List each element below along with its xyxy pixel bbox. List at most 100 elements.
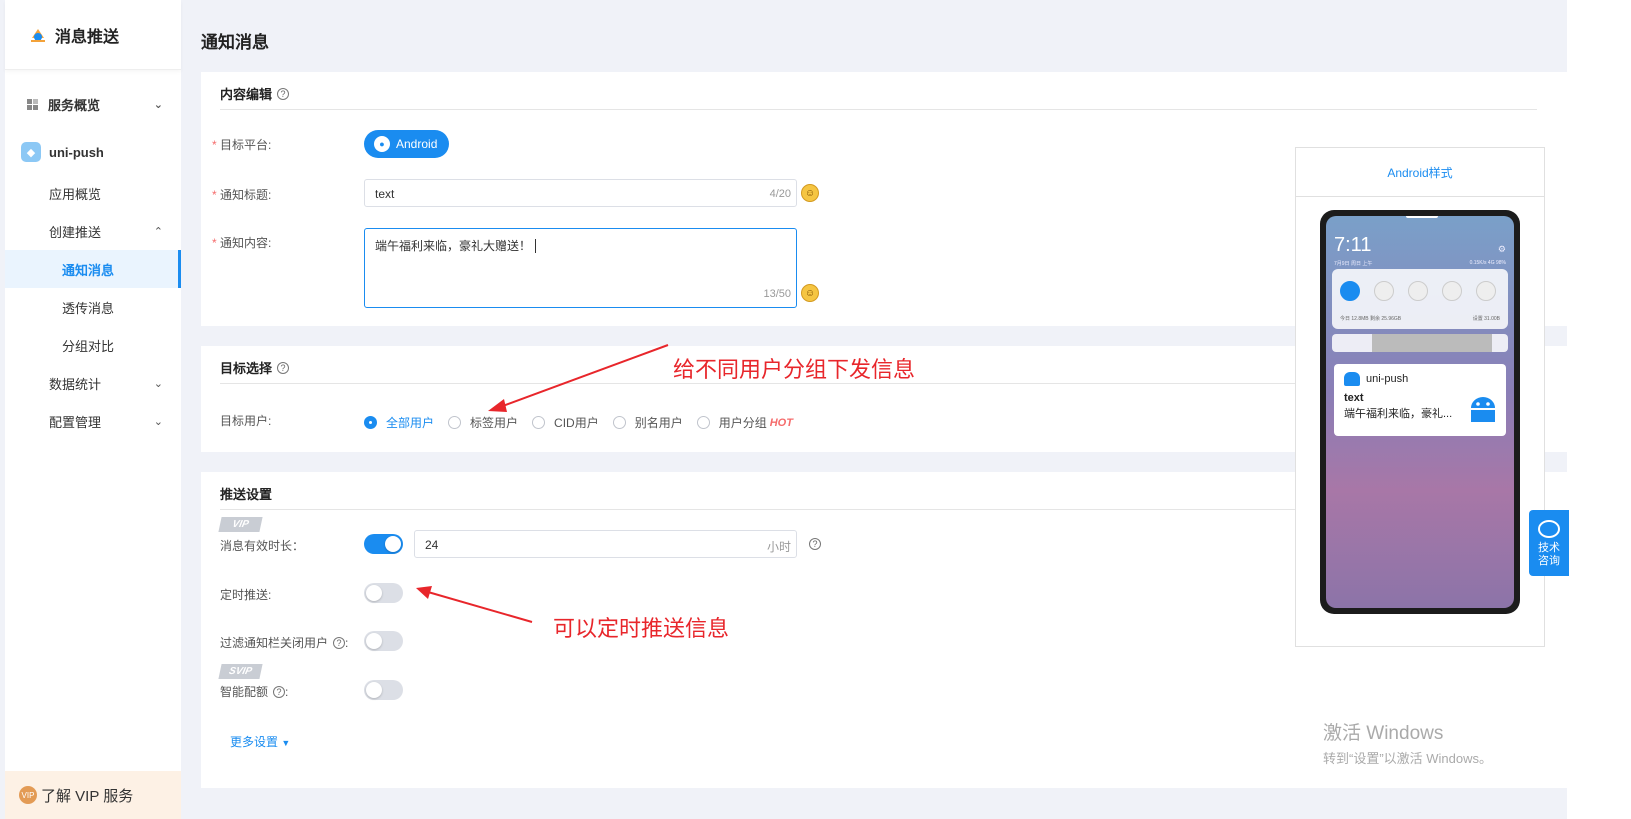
phone-screen: 7:11 7月9日 周日 上午 0.15K/s 4G 98% ⚙ 今日 12.8… (1326, 216, 1514, 608)
sidebar-item-group-compare[interactable]: 分组对比 (5, 326, 181, 364)
sidebar-item-statistics[interactable]: 数据统计 ⌄ (5, 364, 181, 402)
android-app-icon (1344, 372, 1360, 386)
sidebar-item-passthrough[interactable]: 透传消息 (5, 288, 181, 326)
phone-notch (1406, 216, 1438, 218)
caret-down-icon: ▼ (281, 738, 291, 748)
platform-android-button[interactable]: ● Android (364, 130, 450, 158)
platform-value: Android (396, 137, 438, 151)
android-icon: ● (374, 136, 390, 152)
radio-label: 别名用户 (634, 416, 683, 430)
section-title-text: 内容编辑 (220, 87, 273, 102)
sidebar-item-service-overview[interactable]: 服务概览 ⌄ (5, 82, 181, 126)
help-icon[interactable]: ? (809, 538, 821, 550)
sidebar-item-label: uni-push (49, 144, 104, 160)
help-icon[interactable]: ? (277, 361, 290, 374)
notification-app-row: uni-push (1344, 372, 1496, 386)
duration-value: 24 (425, 538, 439, 552)
more-settings-text: 更多设置 (230, 735, 279, 749)
sidebar-item-notification[interactable]: 通知消息 (5, 250, 181, 288)
chevron-down-icon: ⌄ (153, 377, 163, 390)
sidebar-item-config[interactable]: 配置管理 ⌄ (5, 402, 181, 440)
target-users-label: 目标用户: (220, 414, 272, 428)
phone-mockup: 7:11 7月9日 周日 上午 0.15K/s 4G 98% ⚙ 今日 12.8… (1320, 210, 1520, 614)
smart-label-text: 智能配额 (220, 685, 269, 699)
notification-content-input[interactable]: 端午福利来临，豪礼大赠送！ 13/50 (364, 228, 797, 308)
filter-label-text: 过滤通知栏关闭用户 (220, 636, 329, 650)
right-scroll-strip (1567, 0, 1631, 819)
vip-service-link[interactable]: VIP 了解 VIP 服务 (5, 771, 181, 819)
wifi-toggle-icon (1442, 281, 1462, 301)
radio-dot (696, 416, 710, 429)
help-tab-line2: 咨询 (1538, 555, 1560, 567)
help-icon[interactable]: ? (277, 87, 290, 100)
required-mark: * (212, 137, 217, 152)
valid-duration-switch[interactable] (364, 534, 403, 554)
section-title: 推送设置 (220, 484, 272, 503)
phone-clock: 7:11 (1334, 234, 1372, 256)
emoji-picker-icon[interactable]: ☺ (801, 184, 819, 202)
data-plan-text: 设置 31.00B (1472, 316, 1500, 322)
preview-style-tab[interactable]: Android样式 (1296, 148, 1544, 197)
sidebar-item-label: 透传消息 (62, 300, 115, 316)
uni-push-icon: ◆ (21, 142, 41, 162)
title-counter: 4/20 (769, 188, 791, 200)
target-users-radio-group: 全部用户 标签用户 CID用户 别名用户 用户分组 HOT (364, 414, 807, 431)
radio-label: 标签用户 (470, 416, 519, 430)
brand[interactable]: 消息推送 (5, 0, 181, 70)
label-colon: : (345, 635, 349, 650)
brightness-slider (1332, 334, 1508, 352)
main-content: 通知消息 内容编辑 ? * 目标平台: ● Android * 通知标题: te… (181, 0, 1567, 819)
radio-alias-users[interactable]: 别名用户 (612, 414, 683, 431)
filter-closed-label: 过滤通知栏关闭用户 ?: (220, 634, 348, 651)
svip-badge: SVIP (218, 664, 263, 679)
title-label-text: 通知标题: (220, 188, 272, 202)
radio-all-users[interactable]: 全部用户 (364, 414, 434, 431)
filter-closed-switch[interactable] (364, 631, 403, 651)
sidebar-item-create-push[interactable]: 创建推送 ⌃ (5, 212, 181, 250)
radio-user-groups[interactable]: 用户分组 HOT (696, 414, 793, 431)
valid-duration-input[interactable]: 24 小时 (414, 530, 797, 558)
radio-cid-users[interactable]: CID用户 (532, 414, 599, 431)
sidebar-item-app-overview[interactable]: 应用概览 (5, 174, 181, 212)
help-icon[interactable]: ? (273, 685, 286, 698)
sidebar-item-label: 配置管理 (49, 414, 102, 430)
radio-tag-users[interactable]: 标签用户 (448, 414, 518, 431)
radio-label: 全部用户 (386, 416, 435, 430)
nav-menu: 服务概览 ⌄ ◆ uni-push 应用概览 创建推送 ⌃ 通知消息 透传消息 … (5, 70, 181, 440)
data-toggle-icon (1340, 281, 1360, 301)
notification-app-name: uni-push (1366, 373, 1409, 385)
chevron-up-icon: ⌃ (153, 225, 163, 238)
sidebar-item-uni-push[interactable]: ◆ uni-push (5, 130, 181, 174)
more-settings-link[interactable]: 更多设置 ▼ (230, 733, 290, 750)
notification-title-input[interactable]: text 4/20 (364, 179, 797, 207)
radio-label: 用户分组 (718, 416, 767, 430)
section-title: 内容编辑 ? (220, 84, 290, 103)
settings-gear-icon: ⚙ (1497, 244, 1506, 254)
vip-icon: VIP (19, 786, 37, 804)
radio-dot (448, 416, 462, 429)
smart-quota-switch[interactable] (364, 680, 403, 700)
content-label-text: 通知内容: (220, 236, 272, 250)
divider (220, 109, 1537, 110)
sidebar-item-label: 数据统计 (49, 376, 102, 392)
platform-label: * 目标平台: (212, 136, 271, 153)
smart-quota-label: 智能配额 ?: (220, 683, 288, 700)
emoji-picker-icon[interactable]: ☺ (801, 284, 819, 302)
chevron-down-icon: ⌄ (153, 415, 163, 428)
sidebar: 消息推送 服务概览 ⌄ ◆ uni-push 应用概览 创建推送 ⌃ 通知消息 … (5, 0, 181, 819)
help-icon[interactable]: ? (333, 636, 346, 649)
section-title-text: 推送设置 (220, 487, 273, 502)
sidebar-item-label: 应用概览 (49, 186, 102, 202)
hot-badge: HOT (769, 416, 793, 429)
hotspot-toggle-icon (1408, 281, 1428, 301)
radio-dot (364, 416, 377, 429)
notification-content-preview: 端午福利来临，豪礼... (1344, 408, 1453, 420)
tech-consult-tab[interactable]: 技术 咨询 (1529, 510, 1569, 576)
brightness-fill (1372, 334, 1492, 352)
sidebar-item-label: 服务概览 (48, 97, 101, 113)
data-usage-text: 今日 12.8MB 剩余 25.96GB (1340, 316, 1402, 322)
timed-push-switch[interactable] (364, 583, 403, 603)
vip-badge: VIP (218, 517, 263, 532)
page-title: 通知消息 (201, 33, 269, 52)
vip-label: 了解 VIP 服务 (41, 787, 134, 805)
